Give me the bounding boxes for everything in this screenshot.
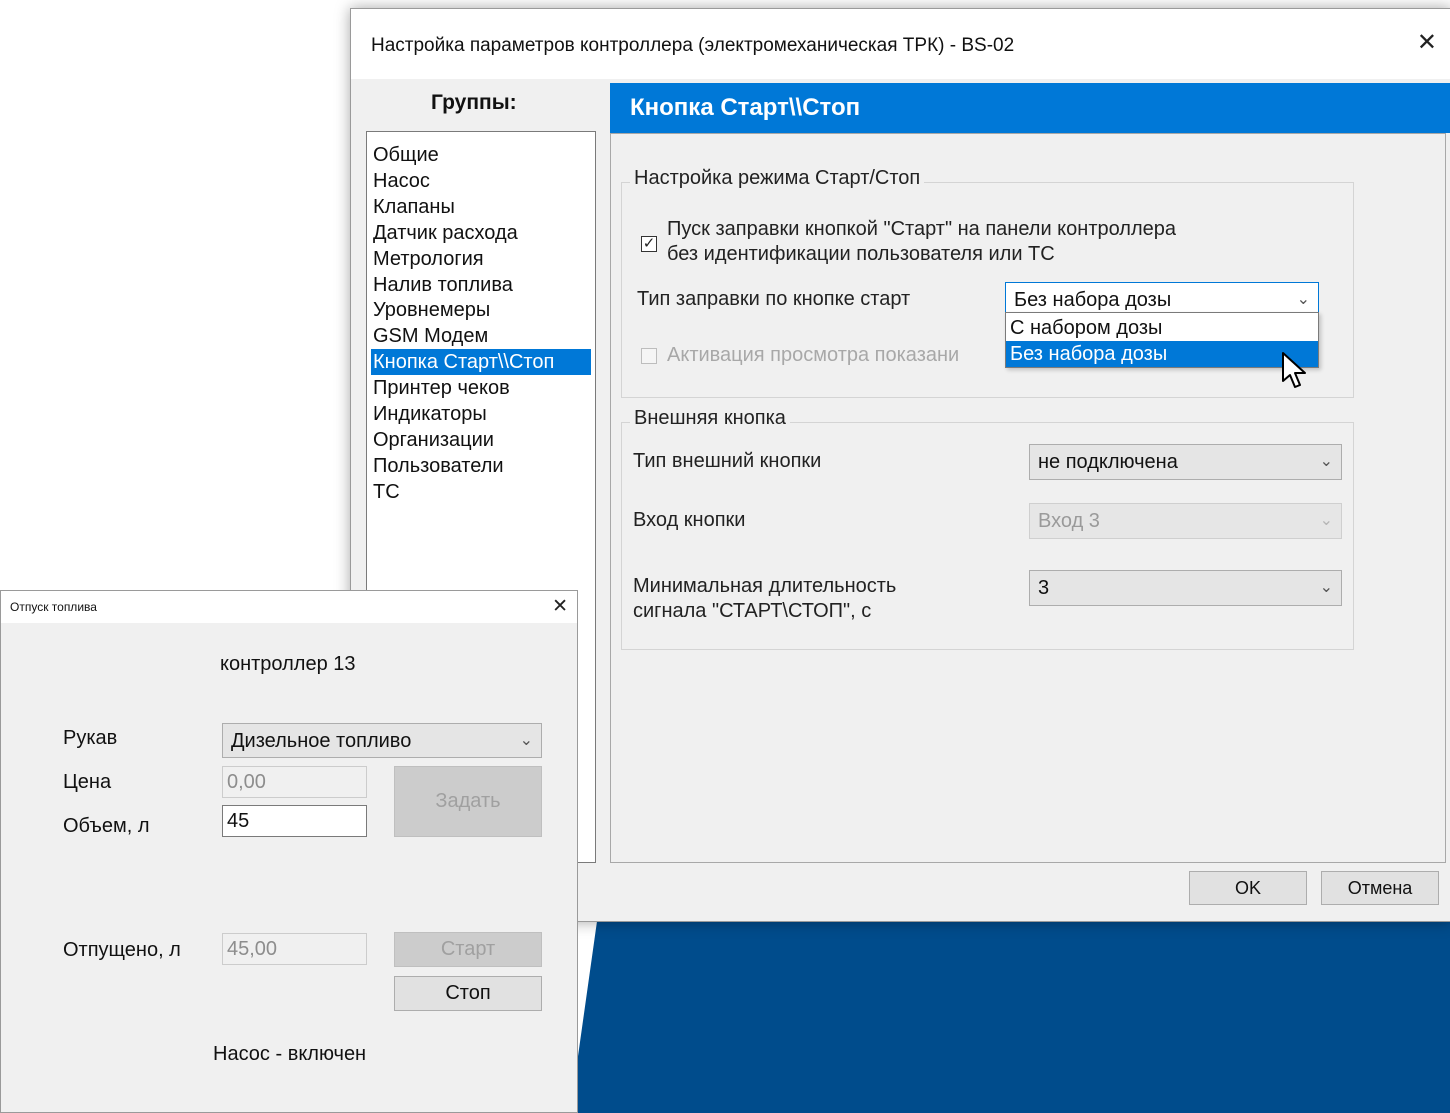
min-duration-label-line2: сигнала "СТАРТ\СТОП", с: [633, 600, 872, 622]
group-item[interactable]: Датчик расхода: [371, 220, 520, 246]
fuel-dispense-dialog: Отпуск топлива ✕ контроллер 13 Рукав Диз…: [0, 590, 578, 1113]
hose-combo[interactable]: Дизельное топливо ⌄: [222, 723, 542, 758]
volume-input[interactable]: 45: [222, 805, 367, 837]
title-bar: Настройка параметров контроллера (электр…: [351, 9, 1450, 79]
dispensed-label: Отпущено, л: [63, 939, 181, 961]
stop-button[interactable]: Стоп: [394, 976, 542, 1011]
price-label: Цена: [63, 771, 112, 793]
group-item[interactable]: Насос: [371, 168, 432, 194]
price-input[interactable]: 0,00: [222, 766, 367, 798]
check-icon: ✓: [642, 235, 656, 252]
combo-value: не подключена: [1038, 451, 1178, 473]
close-icon[interactable]: ✕: [1417, 31, 1437, 55]
group-item[interactable]: Общие: [371, 142, 441, 168]
chevron-down-icon: ⌄: [519, 732, 533, 749]
chevron-down-icon: ⌄: [1319, 453, 1333, 470]
combo-value: Вход 3: [1038, 510, 1100, 532]
group-item[interactable]: Организации: [371, 427, 496, 453]
button-input-label: Вход кнопки: [633, 509, 746, 531]
external-type-label: Тип внешний кнопки: [633, 450, 822, 472]
external-type-combo[interactable]: не подключена ⌄: [1029, 444, 1342, 480]
group-item[interactable]: Метрология: [371, 246, 486, 272]
start-button[interactable]: Старт: [394, 932, 542, 967]
chevron-down-icon: ⌄: [1319, 512, 1333, 529]
group-legend: Внешняя кнопка: [630, 407, 790, 430]
min-duration-combo[interactable]: 3 ⌄: [1029, 570, 1342, 606]
groups-header: Группы:: [431, 91, 517, 114]
group-item[interactable]: GSM Модем: [371, 323, 490, 349]
pump-status: Насос - включен: [213, 1043, 367, 1065]
group-item[interactable]: Индикаторы: [371, 401, 489, 427]
title-bar: Отпуск топлива ✕: [1, 591, 577, 623]
close-icon[interactable]: ✕: [552, 595, 568, 618]
combo-value: 3: [1038, 577, 1050, 599]
section-title: Кнопка Старт\\Стоп: [610, 83, 1450, 133]
group-item[interactable]: ТС: [371, 479, 402, 505]
hose-label: Рукав: [63, 727, 118, 749]
set-button[interactable]: Задать: [394, 766, 542, 837]
dispensed-input[interactable]: 45,00: [222, 933, 367, 965]
settings-panel: Настройка режима Старт/Стоп ✓ Пуск запра…: [610, 133, 1446, 863]
group-item[interactable]: Принтер чеков: [371, 375, 512, 401]
chevron-down-icon: ⌄: [1319, 579, 1333, 596]
group-item[interactable]: Уровнемеры: [371, 297, 492, 323]
group-item[interactable]: Пользователи: [371, 453, 506, 479]
activation-label: Активация просмотра показани: [667, 344, 960, 366]
group-item[interactable]: Налив топлива: [371, 272, 515, 298]
volume-label: Объем, л: [63, 815, 150, 837]
checkbox-label-line1: Пуск заправки кнопкой "Старт" на панели …: [667, 218, 1177, 240]
dropdown-option[interactable]: Без набора дозы: [1006, 341, 1318, 367]
button-input-combo[interactable]: Вход 3 ⌄: [1029, 503, 1342, 539]
group-item[interactable]: Клапаны: [371, 194, 457, 220]
activation-checkbox[interactable]: [641, 348, 657, 364]
group-legend: Настройка режима Старт/Стоп: [630, 167, 925, 190]
mouse-cursor-icon: [1282, 352, 1306, 388]
min-duration-label-line1: Минимальная длительность: [633, 575, 897, 597]
cancel-button[interactable]: Отмена: [1321, 871, 1439, 905]
dropdown-option[interactable]: С набором дозы: [1006, 315, 1318, 341]
controller-label: контроллер 13: [220, 653, 356, 675]
checkbox-label-line2: без идентификации пользователя или ТС: [667, 243, 1055, 265]
dialog-title: Отпуск топлива: [10, 600, 97, 614]
dialog-title: Настройка параметров контроллера (электр…: [371, 35, 1015, 56]
fuel-type-label: Тип заправки по кнопке старт: [637, 288, 911, 310]
fuel-type-dropdown-list: С набором дозы Без набора дозы: [1005, 312, 1319, 368]
combo-value: Без набора дозы: [1014, 289, 1172, 311]
start-without-id-checkbox[interactable]: ✓: [641, 236, 657, 252]
combo-value: Дизельное топливо: [231, 730, 412, 752]
group-item[interactable]: Кнопка Старт\\Стоп: [371, 349, 591, 376]
ok-button[interactable]: OK: [1189, 871, 1307, 905]
